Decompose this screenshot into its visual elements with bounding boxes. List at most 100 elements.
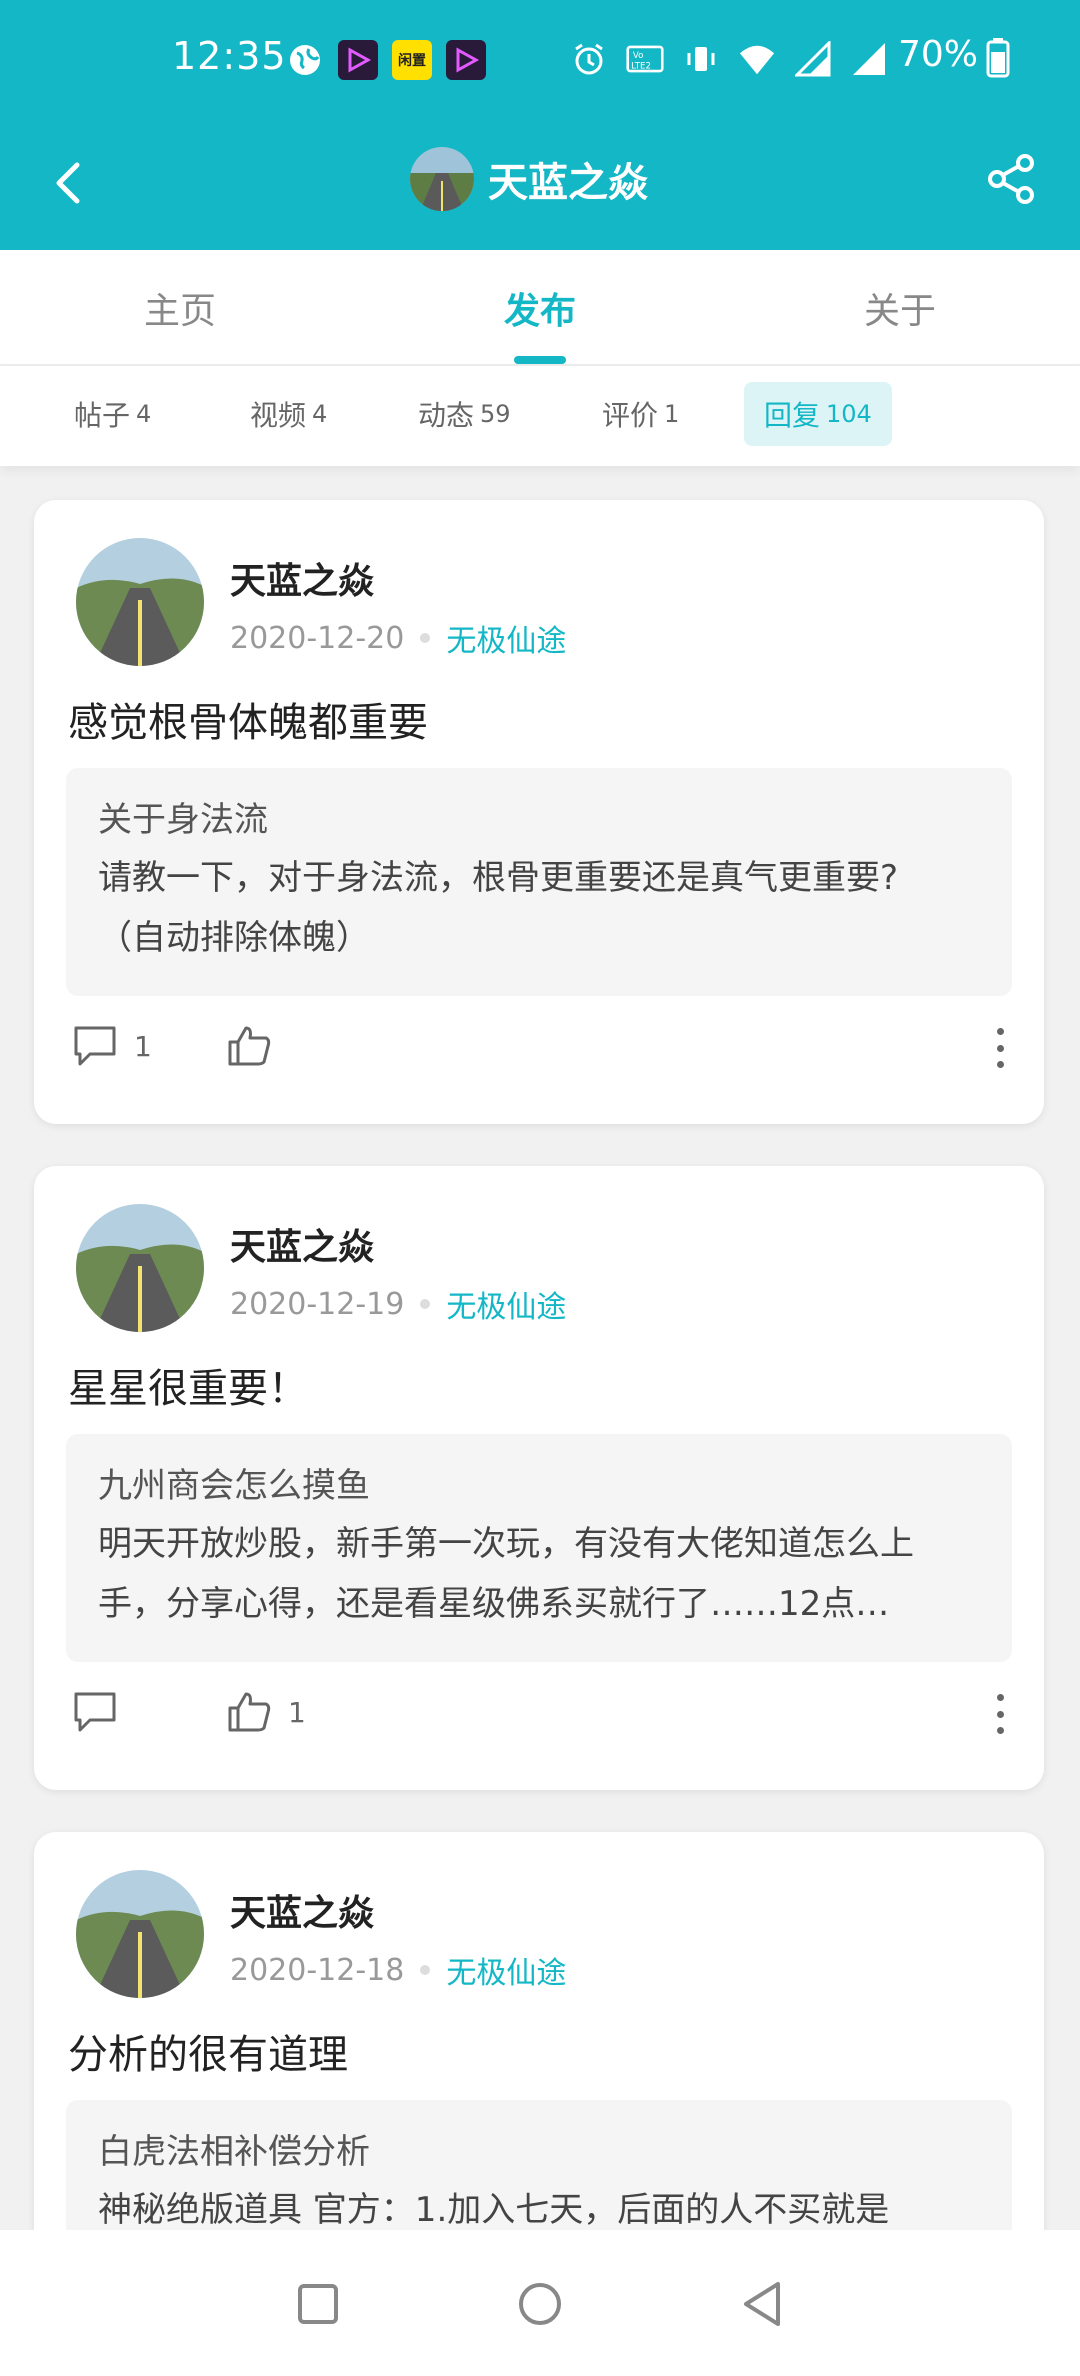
tab-indicator <box>514 356 566 364</box>
subtab-label: 动态 <box>418 399 475 432</box>
main-tabs: 主页 发布 关于 <box>0 250 1080 366</box>
signal-icon <box>794 40 832 78</box>
meta-separator <box>420 1299 431 1309</box>
subtab-label: 帖子 <box>74 399 131 432</box>
signal-icon-2 <box>850 40 888 78</box>
game-tag[interactable]: 无极仙途 <box>446 1282 566 1326</box>
quoted-post-line: 明天开放炒股，新手第一次玩，有没有大佬知道怎么上 <box>98 1524 914 1564</box>
subtab-count: 4 <box>136 400 152 428</box>
comment-icon <box>74 1026 116 1066</box>
like-button[interactable]: 1 <box>226 1690 306 1734</box>
reply-text: 星星很重要！ <box>68 1366 308 1412</box>
svg-text:LTE2: LTE2 <box>631 62 651 72</box>
subtab-count: 104 <box>826 400 872 428</box>
sub-tabs: 帖子 4 视频 4 动态 59 评价 1 回复 104 <box>0 366 1080 466</box>
subtab-reviews[interactable]: 评价 1 <box>582 382 699 446</box>
tab-publish[interactable]: 发布 <box>360 250 720 366</box>
avatar[interactable] <box>76 538 204 666</box>
quoted-post[interactable]: 关于身法流 请教一下，对于身法流，根骨更重要还是真气更重要? （自动排除体魄） <box>66 768 1012 996</box>
video-app-icon <box>338 40 378 80</box>
square-icon <box>298 2284 338 2324</box>
subtab-posts[interactable]: 帖子 4 <box>54 382 171 446</box>
quoted-post-title: 九州商会怎么摸鱼 <box>98 1466 370 1506</box>
subtab-videos[interactable]: 视频 4 <box>230 382 347 446</box>
battery-icon <box>986 38 1010 82</box>
system-nav-bar <box>0 2230 1080 2376</box>
reply-card[interactable]: 天蓝之焱 2020-12-19 无极仙途 星星很重要！ 九州商会怎么摸鱼 明天开… <box>34 1166 1044 1790</box>
triangle-back-icon <box>744 2282 780 2326</box>
post-meta: 2020-12-19 无极仙途 <box>230 1282 566 1326</box>
comment-count: 1 <box>134 1029 152 1063</box>
game-tag[interactable]: 无极仙途 <box>446 616 566 660</box>
system-status-icons: Vo LTE2 <box>570 40 888 78</box>
back-button[interactable] <box>34 148 104 218</box>
quoted-post-line: 手，分享心得，还是看星级佛系买就行了……12点… <box>98 1584 890 1624</box>
subtab-label: 视频 <box>250 399 307 432</box>
back-nav-button[interactable] <box>732 2274 792 2334</box>
game-tag[interactable]: 无极仙途 <box>446 1948 566 1992</box>
card-actions: 1 <box>72 1682 1012 1742</box>
home-button[interactable] <box>510 2274 570 2334</box>
quoted-post-line: （自动排除体魄） <box>98 918 370 958</box>
comment-button[interactable]: 1 <box>72 1024 226 1068</box>
wifi-icon <box>738 40 776 78</box>
status-time: 12:35 <box>172 34 287 78</box>
vibrate-icon <box>682 40 720 78</box>
avatar[interactable] <box>76 1204 204 1332</box>
nav-bar: 天蓝之焱 <box>0 120 1080 250</box>
subtab-moments[interactable]: 动态 59 <box>398 382 531 446</box>
tab-home[interactable]: 主页 <box>0 250 360 366</box>
comment-button[interactable] <box>72 1690 226 1734</box>
thumbs-up-icon <box>228 1692 271 1732</box>
recents-button[interactable] <box>288 2274 348 2334</box>
quoted-post-body: 请教一下，对于身法流，根骨更重要还是真气更重要? （自动排除体魄） <box>98 848 980 968</box>
app-header: 12:35 闲置 Vo LTE2 70% 天蓝之焱 <box>0 0 1080 250</box>
author-name[interactable]: 天蓝之焱 <box>230 1218 374 1270</box>
post-meta: 2020-12-20 无极仙途 <box>230 616 566 660</box>
profile-header: 天蓝之焱 <box>410 144 648 214</box>
post-date: 2020-12-20 <box>230 620 405 656</box>
like-button[interactable] <box>226 1024 288 1068</box>
meta-separator <box>420 633 431 643</box>
avatar[interactable] <box>76 1870 204 1998</box>
globe-icon <box>286 41 324 79</box>
reply-text: 感觉根骨体魄都重要 <box>68 700 428 746</box>
back-arrow-icon <box>56 162 80 204</box>
post-meta: 2020-12-18 无极仙途 <box>230 1948 566 1992</box>
app-badge-icon: 闲置 <box>392 40 432 80</box>
alarm-icon <box>570 40 608 78</box>
comment-icon <box>74 1692 116 1732</box>
card-actions: 1 <box>72 1016 1012 1076</box>
subtab-count: 59 <box>480 400 511 428</box>
quoted-post-line: 请教一下，对于身法流，根骨更重要还是真气更重要? <box>98 858 899 898</box>
notification-icons: 闲置 <box>286 40 486 80</box>
circle-icon <box>519 2283 561 2325</box>
subtab-count: 1 <box>664 400 680 428</box>
subtab-count: 4 <box>312 400 328 428</box>
video-app-icon-2 <box>446 40 486 80</box>
like-count: 1 <box>288 1695 306 1729</box>
quoted-post-title: 白虎法相补偿分析 <box>98 2132 370 2172</box>
tab-about[interactable]: 关于 <box>720 250 1080 366</box>
avatar <box>410 147 474 211</box>
reply-card[interactable]: 天蓝之焱 2020-12-20 无极仙途 感觉根骨体魄都重要 关于身法流 请教一… <box>34 500 1044 1124</box>
author-name[interactable]: 天蓝之焱 <box>230 1884 374 1936</box>
subtab-replies[interactable]: 回复 104 <box>744 382 892 446</box>
page-title: 天蓝之焱 <box>488 160 648 206</box>
quoted-post-title: 关于身法流 <box>98 800 268 840</box>
subtab-label: 回复 <box>764 399 821 432</box>
share-button[interactable] <box>976 144 1046 214</box>
quoted-post[interactable]: 九州商会怎么摸鱼 明天开放炒股，新手第一次玩，有没有大佬知道怎么上 手，分享心得… <box>66 1434 1012 1662</box>
post-date: 2020-12-19 <box>230 1286 405 1322</box>
more-options-button[interactable] <box>988 1694 1012 1734</box>
volte-icon: Vo LTE2 <box>626 40 664 78</box>
more-options-button[interactable] <box>988 1028 1012 1068</box>
subtab-label: 评价 <box>602 399 659 432</box>
thumbs-up-icon <box>228 1026 271 1066</box>
battery-percent: 70% <box>898 34 979 75</box>
author-name[interactable]: 天蓝之焱 <box>230 552 374 604</box>
svg-text:Vo: Vo <box>633 51 644 61</box>
meta-separator <box>420 1965 431 1975</box>
status-bar: 12:35 闲置 Vo LTE2 70% <box>0 0 1080 120</box>
reply-text: 分析的很有道理 <box>68 2032 348 2078</box>
